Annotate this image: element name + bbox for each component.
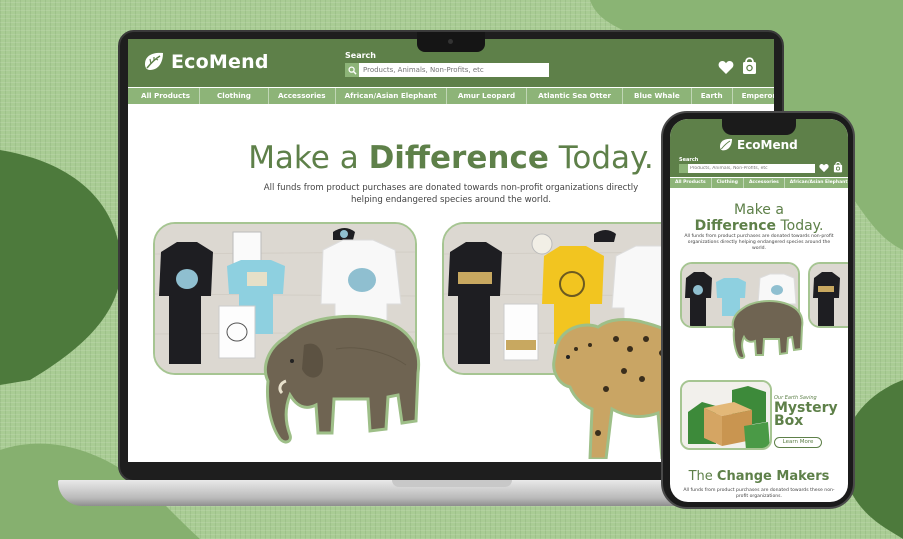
nav-item-amur-leopard[interactable]: Amur Leopard [447,88,528,104]
mobile-search-bar [679,164,815,173]
mystery-box-title: Mystery Box [774,400,838,429]
nav-item-all-products[interactable]: All Products [128,88,200,104]
mobile-search-input[interactable] [688,164,815,173]
category-nav: All Products Clothing Accessories Africa… [128,88,774,104]
mobile-nav-item-all-products[interactable]: All Products [670,178,712,188]
hero-title-post: Today. [548,140,654,176]
mobile-leopard-collection-card[interactable] [808,262,848,328]
leaf-icon [720,138,732,151]
phone-screen: EcoMend Search All Products Clothing Acc… [670,119,848,502]
mobile-brand-name: EcoMend [737,138,798,152]
hero-subtitle: All funds from product purchases are don… [263,183,639,205]
brand-name: EcoMend [171,51,269,73]
nav-item-earth[interactable]: Earth [692,88,733,104]
learn-more-button[interactable]: Learn More [774,437,822,448]
mobile-leopard-merch-image [810,264,848,326]
laptop-camera-notch [417,32,485,52]
mobile-nav-item-accessories[interactable]: Accessories [744,178,785,188]
search-bar [345,63,549,77]
heart-icon[interactable] [718,60,734,75]
brand-logo[interactable]: EcoMend [142,50,269,74]
shopping-bag-icon[interactable] [833,161,843,173]
nav-item-clothing[interactable]: Clothing [200,88,269,104]
heart-icon[interactable] [819,163,829,173]
mobile-hero-title-bold: Difference [694,218,776,234]
mobile-nav-item-clothing[interactable]: Clothing [712,178,744,188]
phone-notch [722,119,796,135]
mobile-category-nav: All Products Clothing Accessories Africa… [670,178,848,188]
hero-title-pre: Make a [248,140,369,176]
elephant-illustration [263,314,421,444]
search-input[interactable] [359,63,549,77]
mobile-brand-logo[interactable]: EcoMend [718,137,798,153]
mobile-hero-title-post: Today. [776,218,824,234]
search-button[interactable] [345,63,359,77]
change-makers-title: The Change Makers [670,469,848,484]
search-icon [347,65,357,75]
nav-item-blue-whale[interactable]: Blue Whale [623,88,692,104]
mobile-search-label: Search [679,157,699,163]
mobile-hero-title: Make a Difference Today. [670,202,848,234]
mobile-nav-item-african-asian-elephant[interactable]: African/Asian Elephant [785,178,848,188]
change-makers-title-pre: The [688,469,717,484]
shopping-bag-icon[interactable] [742,56,757,75]
nav-item-atlantic-sea-otter[interactable]: Atlantic Sea Otter [527,88,624,104]
search-label: Search [345,51,376,60]
change-makers-title-bold: Change Makers [716,469,830,484]
leaf-icon [145,52,163,70]
change-makers-subtitle: All funds from product purchases are don… [683,488,835,499]
mobile-search-button[interactable] [679,164,688,173]
nav-item-accessories[interactable]: Accessories [269,88,336,104]
mobile-hero-title-pre: Make a [734,202,784,218]
mobile-elephant-illustration [731,300,804,360]
laptop-trackpad-groove [392,480,512,487]
mystery-box-image [682,382,770,448]
hero-title-bold: Difference [368,140,549,176]
nav-item-african-asian-elephant[interactable]: African/Asian Elephant [336,88,447,104]
mobile-hero-subtitle: All funds from product purchases are don… [684,234,834,251]
nav-item-emperor-penguin[interactable]: Emperor Penguin [733,88,774,104]
mystery-box-image-card[interactable] [680,380,772,450]
